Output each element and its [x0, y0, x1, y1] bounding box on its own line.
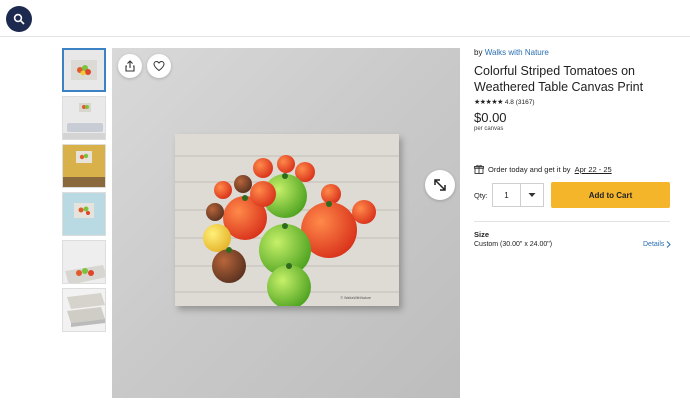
purchase-row: Qty: 1 Add to Cart: [474, 182, 670, 208]
size-value: Custom (30.00" x 24.00"): [474, 241, 553, 248]
qty-select[interactable]: 1: [492, 183, 520, 207]
share-button[interactable]: [118, 54, 142, 78]
expand-button[interactable]: [425, 170, 455, 200]
qty-dropdown-button[interactable]: [520, 183, 544, 207]
qty-label: Qty:: [474, 191, 488, 200]
thumb-yellow-wall[interactable]: [62, 144, 106, 188]
divider: [474, 221, 670, 222]
thumbnail-list: [62, 48, 108, 336]
favorite-button[interactable]: [147, 54, 171, 78]
size-heading: Size: [474, 230, 490, 239]
seller-link[interactable]: Walks with Nature: [485, 48, 549, 57]
add-to-cart-button[interactable]: Add to Cart: [551, 182, 670, 208]
order-date-link[interactable]: Apr 22 - 25: [575, 165, 612, 174]
chevron-right-icon: [667, 241, 672, 248]
caret-down-icon: [528, 193, 536, 197]
order-text: Order today and get it by: [488, 164, 571, 174]
heart-icon: [153, 60, 165, 72]
thumb-stack-view[interactable]: [62, 288, 106, 332]
search-button[interactable]: [6, 6, 32, 32]
delivery-estimate: Order today and get it by Apr 22 - 25: [474, 164, 612, 174]
thumb-front-view[interactable]: [62, 48, 106, 92]
canvas-print-image: © WalksWithNature: [175, 134, 399, 306]
gift-icon: [474, 164, 484, 174]
top-bar: [0, 0, 690, 37]
thumb-angled-view[interactable]: [62, 240, 106, 284]
seller-line: by Walks with Nature: [474, 48, 674, 57]
product-info: by Walks with Nature Colorful Striped To…: [474, 48, 674, 132]
details-label: Details: [643, 241, 665, 248]
watermark-text: © WalksWithNature: [341, 296, 372, 300]
details-link[interactable]: Details: [643, 241, 672, 248]
rating-summary[interactable]: ★★★★★ 4.8 (3167): [474, 98, 674, 107]
search-icon: [13, 13, 25, 25]
price: $0.00: [474, 110, 507, 125]
thumb-blue-wall[interactable]: [62, 192, 106, 236]
product-title: Colorful Striped Tomatoes on Weathered T…: [474, 64, 644, 94]
share-icon: [125, 60, 135, 72]
rating-count: 4.8 (3167): [504, 98, 535, 106]
price-unit: per canvas: [474, 126, 504, 132]
thumb-living-room[interactable]: [62, 96, 106, 140]
star-rating-icon: ★★★★★: [474, 99, 503, 106]
product-image-viewer: © WalksWithNature: [112, 48, 460, 398]
expand-icon: [434, 179, 446, 191]
by-prefix: by: [474, 48, 483, 57]
